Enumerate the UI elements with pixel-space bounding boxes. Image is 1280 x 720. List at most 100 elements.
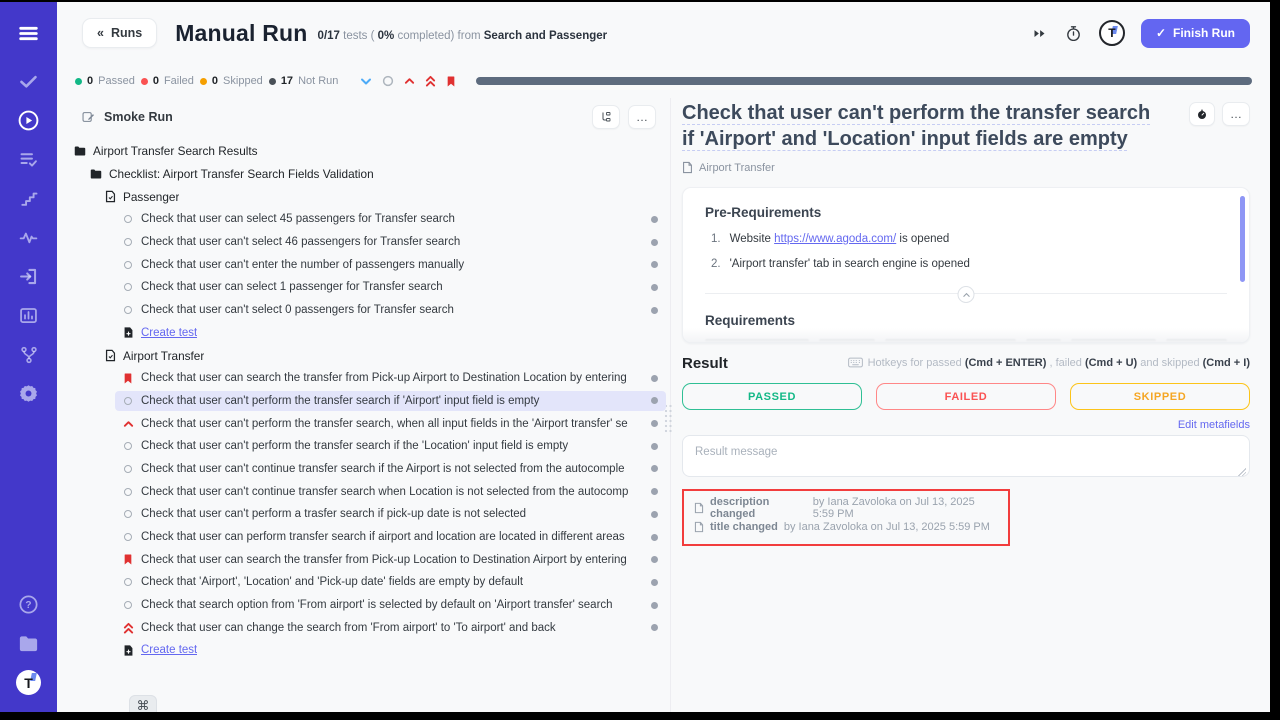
double-chevron-left-icon: « (97, 26, 104, 40)
test-result-dot[interactable] (651, 284, 658, 291)
tree-row-content[interactable]: Check that user can search the transfer … (115, 368, 666, 388)
sidebar-item-activity[interactable] (0, 218, 57, 257)
finish-run-button[interactable]: ✓ Finish Run (1141, 19, 1250, 48)
collapse-toggle-button[interactable] (958, 286, 975, 303)
test-result-dot[interactable] (651, 511, 658, 518)
test-result-dot[interactable] (651, 465, 658, 472)
command-palette-button[interactable]: ⌘ (129, 695, 157, 712)
textarea-resize-handle[interactable] (1238, 468, 1246, 476)
tree-row-content[interactable]: Check that user can't select 46 passenge… (115, 232, 666, 252)
finish-run-label: Finish Run (1173, 26, 1235, 40)
status-count-failed: 0Failed (141, 75, 194, 87)
sidebar-item-reports[interactable] (0, 296, 57, 335)
sidebar-item-menu[interactable] (0, 10, 57, 56)
filter-chevron-down-icon[interactable] (360, 77, 372, 86)
sidebar-item-import[interactable] (0, 257, 57, 296)
verdict-button-passed[interactable]: PASSED (682, 383, 862, 410)
verdict-button-failed[interactable]: FAILED (876, 383, 1056, 410)
description-section-divider (705, 286, 1227, 300)
result-message-input[interactable] (682, 435, 1250, 477)
help-icon: ? (18, 594, 39, 615)
workspace-avatar[interactable]: T (1099, 20, 1125, 46)
time-report-button[interactable] (1189, 102, 1215, 126)
tree-item-label: Passenger (123, 190, 179, 204)
test-result-dot[interactable] (651, 579, 658, 586)
activity-icon (18, 227, 39, 248)
filter-caret-up-icon[interactable] (404, 77, 415, 85)
tree-row-content[interactable]: Check that user can't continue transfer … (115, 459, 666, 479)
tree-item-label: Check that user can't continue transfer … (141, 486, 636, 498)
tree-item-label: Check that user can't perform the transf… (141, 395, 636, 407)
test-result-dot[interactable] (651, 397, 658, 404)
run-play-icon (17, 109, 40, 132)
agoda-link[interactable]: https://www.agoda.com/ (774, 233, 896, 245)
filter-bookmark-icon[interactable] (446, 75, 456, 88)
test-tree-row: Check that user can change the search fr… (57, 616, 666, 639)
breadcrumb-label: Airport Transfer (699, 162, 775, 174)
tree-row-content[interactable]: Check that user can't perform the transf… (115, 414, 666, 434)
sidebar-item-steps[interactable] (0, 179, 57, 218)
tree-row-content[interactable]: Check that user can't perform the transf… (115, 436, 666, 456)
test-result-dot[interactable] (651, 556, 658, 563)
sidebar-item-run-play[interactable] (0, 101, 57, 140)
tree-row-content[interactable]: Check that user can't perform a trasfer … (115, 504, 666, 524)
edit-metafields-link[interactable]: Edit metafields (1178, 419, 1250, 431)
test-result-dot[interactable] (651, 602, 658, 609)
circle-icon (122, 488, 134, 496)
tree-more-button[interactable]: … (628, 105, 656, 129)
filter-circle-outline-icon[interactable] (382, 75, 394, 87)
tree-row-content[interactable]: Check that 'Airport', 'Location' and 'Pi… (115, 572, 666, 592)
tree-row-content[interactable]: Passenger (97, 187, 666, 207)
timer-stopwatch-icon[interactable] (1064, 24, 1083, 43)
sidebar-item-branches[interactable] (0, 335, 57, 374)
sidebar-item-checks[interactable] (0, 62, 57, 101)
breadcrumb[interactable]: Airport Transfer (682, 161, 1250, 174)
tree-view-button[interactable] (592, 105, 620, 129)
tree-row-content[interactable]: Check that user can search the transfer … (115, 550, 666, 570)
tree-row-content[interactable]: Checklist: Airport Transfer Search Field… (83, 164, 666, 184)
test-tree-row: Check that user can't select 46 passenge… (57, 231, 666, 254)
tree-row-content[interactable]: Create test (115, 323, 666, 343)
tree-item-label: Check that user can select 45 passengers… (141, 213, 636, 225)
test-result-dot[interactable] (651, 488, 658, 495)
pre-requirement-item: 1.Website https://www.agoda.com/ is open… (705, 233, 1227, 245)
sidebar-item-help[interactable]: ? (0, 585, 57, 624)
circle-icon (122, 261, 134, 269)
test-result-dot[interactable] (651, 624, 658, 631)
tree-row-content[interactable]: Check that user can't perform the transf… (115, 391, 666, 411)
back-to-runs-button[interactable]: « Runs (82, 18, 157, 48)
tree-row-content[interactable]: Check that user can select 1 passenger f… (115, 277, 666, 297)
test-result-dot[interactable] (651, 534, 658, 541)
sidebar-item-settings[interactable] (0, 374, 57, 413)
test-title[interactable]: Check that user can't perform the transf… (682, 102, 1150, 150)
tree-row-content[interactable]: Airport Transfer Search Results (67, 141, 666, 161)
requirements-heading: Requirements (705, 313, 1227, 328)
tree-row-content[interactable]: Check that user can change the search fr… (115, 618, 666, 638)
test-result-dot[interactable] (651, 420, 658, 427)
create-test-row: Create test (57, 322, 666, 345)
test-result-dot[interactable] (651, 443, 658, 450)
tree-row-content[interactable]: Check that user can't select 0 passenger… (115, 300, 666, 320)
tree-row-content[interactable]: Check that user can perform transfer sea… (115, 527, 666, 547)
sidebar-item-profile[interactable]: T (0, 663, 57, 702)
tree-row-content[interactable]: Create test (115, 640, 666, 660)
tree-row-content[interactable]: Check that user can select 45 passengers… (115, 209, 666, 229)
verdict-button-skipped[interactable]: SKIPPED (1070, 383, 1250, 410)
test-result-dot[interactable] (651, 261, 658, 268)
sidebar-item-projects[interactable] (0, 624, 57, 663)
create-test-link[interactable]: Create test (141, 644, 197, 656)
create-test-link[interactable]: Create test (141, 327, 197, 339)
test-result-dot[interactable] (651, 307, 658, 314)
test-result-dot[interactable] (651, 239, 658, 246)
tree-row-content[interactable]: Check that search option from 'From airp… (115, 595, 666, 615)
tree-row-content[interactable]: Check that user can't continue transfer … (115, 482, 666, 502)
sidebar-item-test-plans[interactable] (0, 140, 57, 179)
test-result-dot[interactable] (651, 375, 658, 382)
filter-double-caret-up-icon[interactable] (425, 75, 436, 87)
test-result-dot[interactable] (651, 216, 658, 223)
fast-forward-icon[interactable] (1031, 26, 1048, 41)
test-more-button[interactable]: … (1222, 102, 1250, 126)
description-scrollbar[interactable] (1240, 196, 1245, 282)
tree-row-content[interactable]: Airport Transfer (97, 346, 666, 366)
tree-row-content[interactable]: Check that user can't enter the number o… (115, 255, 666, 275)
